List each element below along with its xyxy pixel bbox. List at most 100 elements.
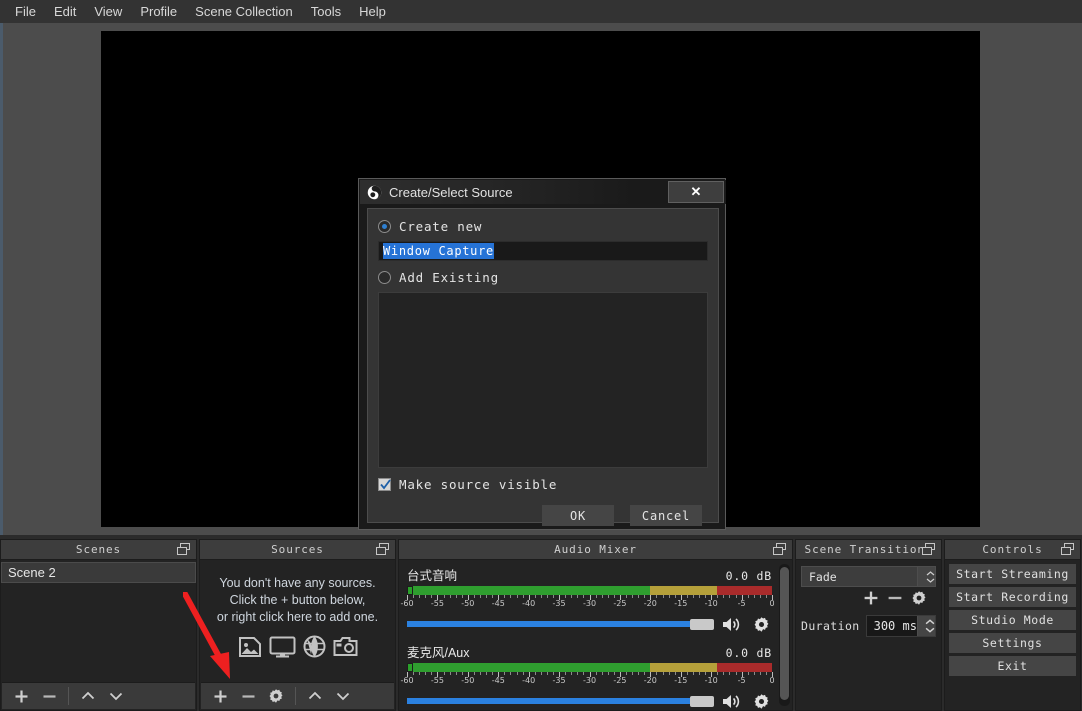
duration-value: 300 ms [873, 619, 917, 633]
studio-mode-button[interactable]: Studio Mode [949, 610, 1076, 630]
move-scene-down-button[interactable] [103, 684, 129, 708]
menu-item-view[interactable]: View [85, 1, 131, 22]
scale-tick [656, 595, 658, 598]
create-new-radio[interactable] [378, 220, 391, 233]
add-source-button[interactable] [207, 684, 233, 708]
mixer-channel-name: 台式音响 [407, 569, 458, 583]
make-source-visible-row[interactable]: Make source visible [378, 477, 708, 492]
scale-tick [668, 672, 670, 675]
volume-slider[interactable] [407, 616, 714, 632]
mixer-scrollbar[interactable] [779, 564, 790, 706]
controls-dock-body: Start Streaming Start Recording Studio M… [945, 561, 1080, 710]
menu-item-tools[interactable]: Tools [302, 1, 350, 22]
scale-tick [449, 595, 451, 598]
remove-transition-button[interactable] [887, 590, 903, 611]
sources-dock-body[interactable]: You don't have any sources. Click the + … [200, 561, 395, 710]
remove-source-button[interactable] [235, 684, 261, 708]
float-dock-icon[interactable] [773, 543, 787, 556]
dialog-title-bar[interactable]: Create/Select Source ✕ [360, 180, 726, 204]
float-dock-icon[interactable] [376, 543, 390, 556]
float-dock-icon[interactable] [177, 543, 191, 556]
duration-spinner-arrows[interactable] [917, 616, 935, 636]
add-scene-button[interactable] [8, 684, 34, 708]
scale-tick [595, 672, 597, 675]
float-dock-icon[interactable] [1061, 543, 1075, 556]
preview-left-edge [0, 23, 3, 535]
transition-actions [796, 587, 941, 611]
settings-button[interactable]: Settings [949, 633, 1076, 653]
scale-label: -50 [461, 599, 475, 608]
menu-bar: File Edit View Profile Scene Collection … [0, 0, 1082, 23]
audio-settings-button[interactable] [750, 691, 772, 710]
dialog-body: Create new Window Capture Add Existing M… [367, 208, 719, 526]
source-properties-button[interactable] [263, 684, 289, 708]
scale-tick [735, 672, 737, 675]
transition-properties-button[interactable] [911, 590, 927, 611]
menu-item-edit[interactable]: Edit [45, 1, 85, 22]
scale-tick [699, 595, 700, 598]
transition-select[interactable]: Fade [801, 566, 936, 587]
menu-item-scene-collection[interactable]: Scene Collection [186, 1, 302, 22]
existing-sources-list[interactable] [378, 292, 708, 468]
create-select-source-dialog: Create/Select Source ✕ Create new Window… [358, 178, 726, 530]
add-existing-radio[interactable] [378, 271, 391, 284]
scale-label: -5 [737, 676, 746, 685]
source-name-input[interactable]: Window Capture [378, 241, 708, 261]
gear-icon [912, 591, 926, 605]
cancel-button[interactable]: Cancel [630, 505, 702, 526]
scale-tick [632, 672, 634, 675]
move-source-up-button[interactable] [302, 684, 328, 708]
audio-settings-button[interactable] [750, 614, 772, 634]
scale-tick [565, 595, 567, 598]
menu-item-file[interactable]: File [6, 1, 45, 22]
scale-label: -45 [491, 599, 505, 608]
start-recording-button[interactable]: Start Recording [949, 587, 1076, 607]
scene-list[interactable]: Scene 2 [1, 561, 196, 583]
start-streaming-button[interactable]: Start Streaming [949, 564, 1076, 584]
scale-label: -60 [400, 676, 414, 685]
add-transition-button[interactable] [863, 590, 879, 611]
scale-tick [626, 672, 627, 675]
chevron-up-icon [81, 691, 95, 700]
mute-toggle-button[interactable] [721, 614, 743, 634]
scale-label: -10 [704, 676, 718, 685]
scale-tick [571, 595, 573, 598]
scale-tick [553, 672, 554, 675]
make-source-visible-checkbox[interactable] [378, 478, 391, 491]
scene-transitions-dock: Scene Transitions Fade Duration 300 ms [795, 539, 942, 711]
scale-label: -15 [674, 676, 688, 685]
scale-tick [601, 595, 603, 598]
add-existing-radio-row[interactable]: Add Existing [378, 270, 708, 285]
scale-tick [577, 595, 579, 598]
list-item[interactable]: Scene 2 [1, 562, 196, 583]
create-new-radio-row[interactable]: Create new [378, 219, 708, 234]
transition-select-arrows[interactable] [917, 567, 935, 586]
scale-tick [747, 595, 749, 598]
scale-tick [425, 672, 427, 675]
move-source-down-button[interactable] [330, 684, 356, 708]
scale-tick [516, 595, 518, 598]
scale-tick [717, 672, 719, 675]
scale-tick [613, 672, 615, 675]
scale-tick [413, 672, 415, 675]
sources-dock: Sources You don't have any sources. Clic… [199, 539, 396, 711]
scale-tick [705, 672, 707, 675]
ok-button[interactable]: OK [542, 505, 614, 526]
menu-item-profile[interactable]: Profile [131, 1, 186, 22]
close-icon[interactable]: ✕ [668, 181, 724, 203]
move-scene-up-button[interactable] [75, 684, 101, 708]
mixer-db-scale: -60 -55 -50 -45 -40 -35 -30 -25 -20 -15 -10 -5 0 [400, 672, 775, 690]
mute-toggle-button[interactable] [721, 691, 743, 710]
exit-button[interactable]: Exit [949, 656, 1076, 676]
toolbar-divider [295, 687, 296, 705]
checkmark-icon [380, 479, 391, 490]
menu-item-help[interactable]: Help [350, 1, 395, 22]
scale-tick [638, 672, 640, 675]
volume-slider[interactable] [407, 693, 714, 709]
mixer-scrollbar-thumb[interactable] [780, 567, 789, 700]
scale-tick [723, 595, 725, 598]
float-dock-icon[interactable] [922, 543, 936, 556]
scale-tick [729, 595, 731, 598]
remove-scene-button[interactable] [36, 684, 62, 708]
duration-input[interactable]: 300 ms [865, 615, 936, 637]
